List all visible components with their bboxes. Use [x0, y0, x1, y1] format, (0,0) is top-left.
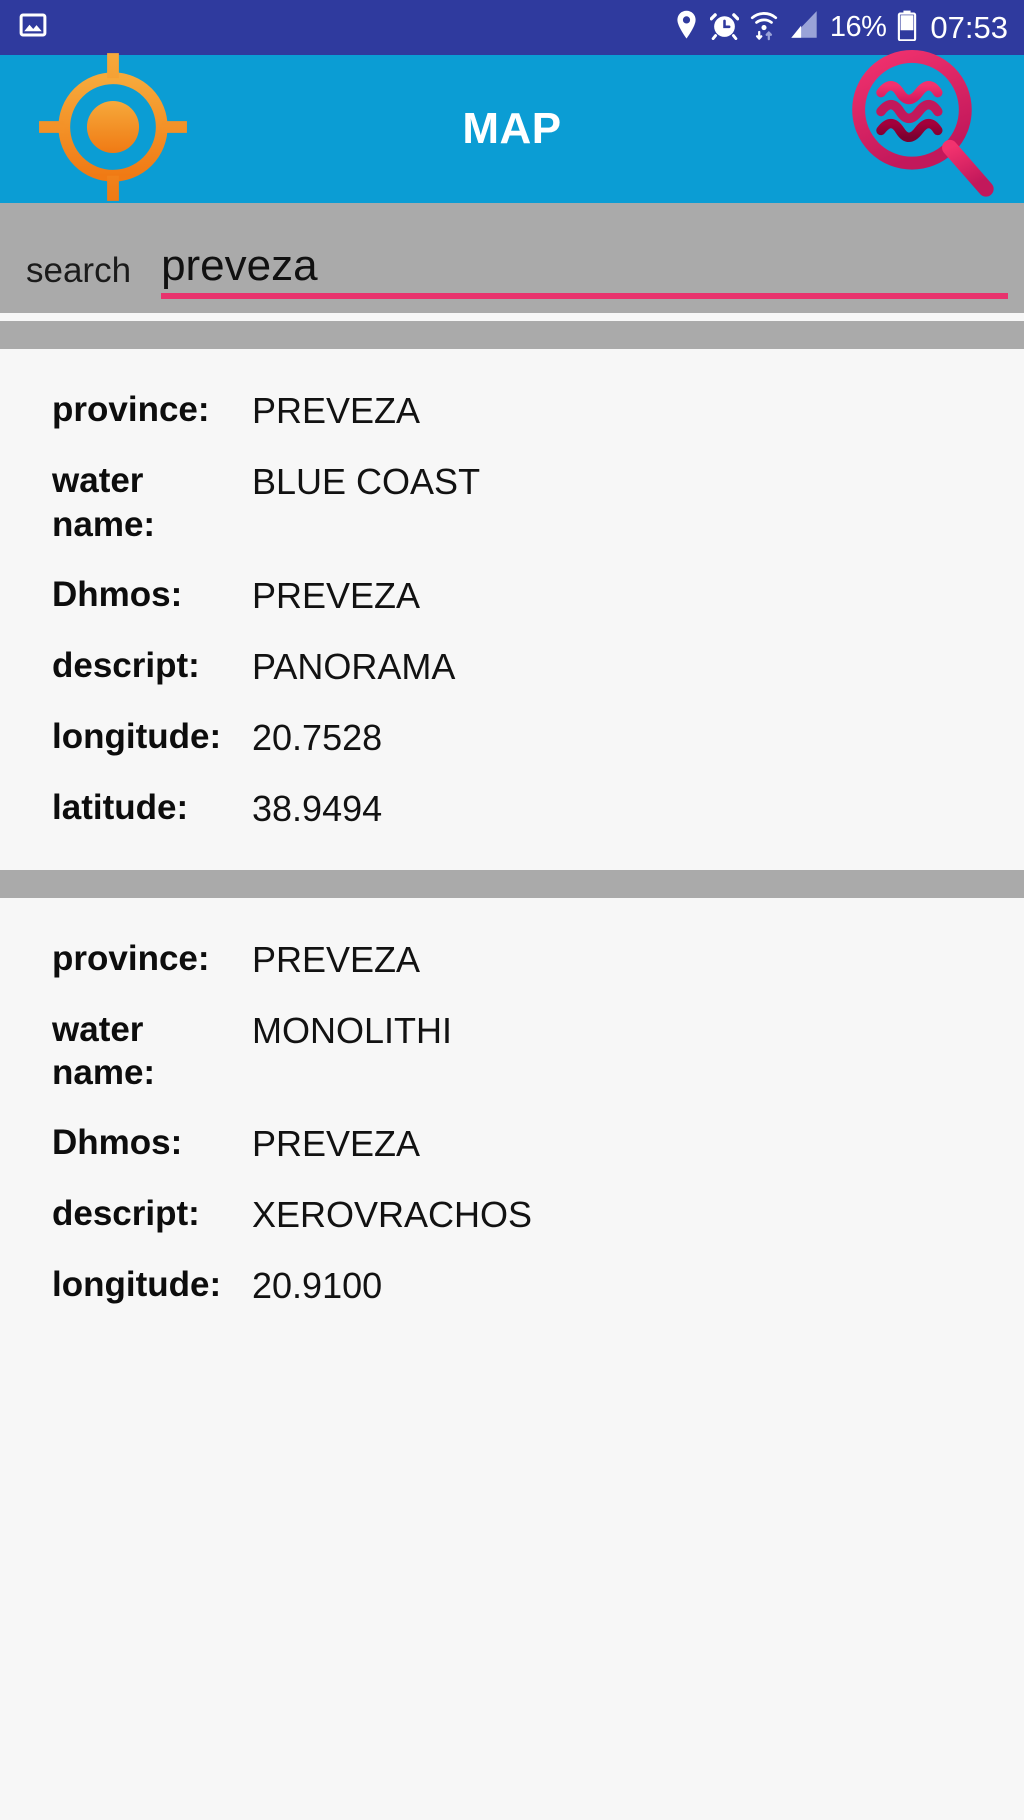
image-icon: [18, 10, 48, 45]
status-bar-left: [18, 10, 48, 45]
record-row: latitude: 38.9494: [0, 773, 1024, 844]
record-row-value: PANORAMA: [252, 645, 456, 687]
alarm-clock-icon: [709, 10, 740, 45]
record-row-value: 38.9494: [252, 787, 383, 829]
record-row: longitude: 20.7528: [0, 702, 1024, 773]
result-record[interactable]: province: PREVEZA water name: BLUE COAST Dhm…: [0, 349, 1024, 870]
record-row-label: descript:: [52, 645, 200, 685]
record-row: Dhmos: PREVEZA: [0, 1108, 1024, 1179]
record-row-value: PREVEZA: [252, 574, 421, 616]
record-row: province: PREVEZA: [0, 924, 1024, 995]
record-row-label: Dhmos:: [52, 1123, 183, 1162]
record-divider: [0, 321, 1024, 349]
location-pin-icon: [674, 10, 699, 45]
search-field-wrapper[interactable]: [161, 242, 1008, 299]
record-row-label: province:: [52, 938, 210, 978]
record-row-label: water name:: [52, 461, 156, 544]
gps-target-button[interactable]: [28, 44, 198, 214]
record-divider: [0, 869, 1024, 898]
record-row-value: PREVEZA: [252, 1123, 421, 1164]
record-row-value: 20.7528: [252, 716, 383, 758]
record-row: descript: XEROVRACHOS: [0, 1179, 1024, 1250]
water-search-button[interactable]: [834, 39, 1014, 219]
record-row-value: PREVEZA: [252, 938, 421, 980]
record-row-value: MONOLITHI: [252, 1009, 453, 1051]
record-row-value: BLUE COAST: [252, 461, 481, 502]
record-row-value: PREVEZA: [252, 390, 421, 431]
record-row-label: longitude:: [52, 716, 222, 756]
results-list[interactable]: province: PREVEZA water name: BLUE COAST Dhm…: [0, 321, 1024, 1347]
record-row-value: 20.9100: [252, 1265, 383, 1306]
list-top-gap: [0, 313, 1024, 321]
record-row-label: province:: [52, 390, 210, 429]
record-row: province: PREVEZA: [0, 375, 1024, 446]
search-label: search: [26, 251, 132, 290]
record-row: water name: BLUE COAST: [0, 446, 1024, 560]
wifi-icon: [750, 9, 778, 46]
record-row: longitude: 20.9100: [0, 1250, 1024, 1321]
record-row-label: descript:: [52, 1194, 200, 1233]
battery-percent-label: 16%: [829, 11, 887, 43]
gps-target-icon: [29, 43, 197, 216]
record-row: water name: MONOLITHI: [0, 995, 1024, 1109]
cellular-signal-icon: [789, 10, 819, 45]
record-row-label: Dhmos:: [52, 574, 183, 614]
search-input[interactable]: [161, 242, 1008, 289]
record-row-label: longitude:: [52, 1265, 222, 1304]
app-bar: MAP: [0, 49, 1024, 203]
record-row-label: latitude:: [52, 787, 189, 827]
search-bar: search: [0, 203, 1024, 313]
record-row-label: water name:: [52, 1009, 156, 1093]
app-root: 16% 07:53 MAP search preveza province: P…: [0, 0, 1024, 1820]
result-record[interactable]: province: PREVEZA water name: MONOLITHI Dhmo…: [0, 897, 1024, 1347]
record-row: descript: PANORAMA: [0, 631, 1024, 702]
page-title: MAP: [462, 104, 562, 153]
record-row: Dhmos: PREVEZA: [0, 560, 1024, 631]
record-row-value: XEROVRACHOS: [252, 1194, 533, 1235]
water-search-icon: [838, 41, 1010, 218]
